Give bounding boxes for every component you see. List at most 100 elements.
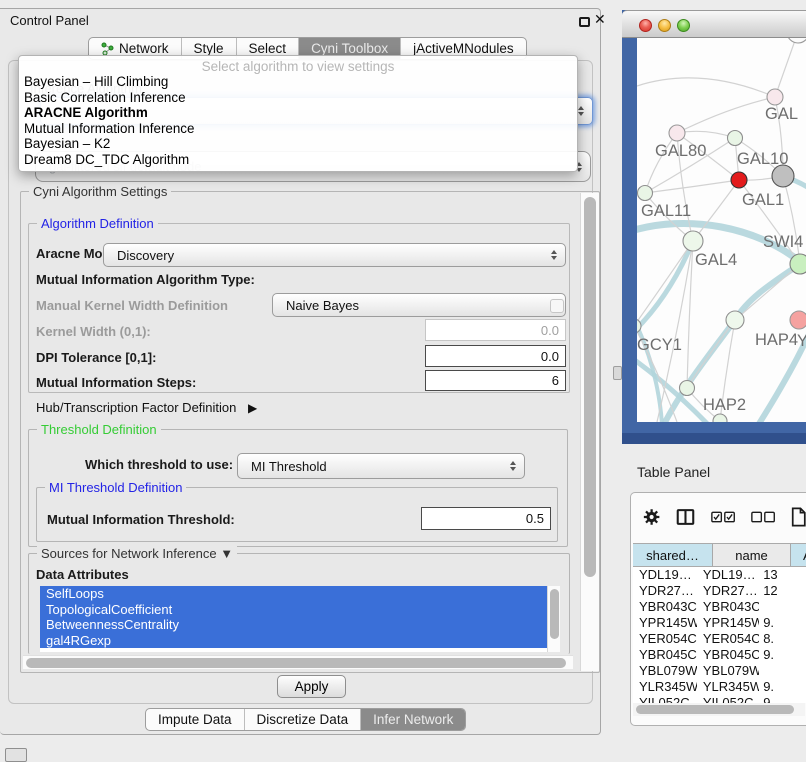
table-panel-title: Table Panel xyxy=(637,464,710,480)
table-cell: YER054C xyxy=(633,631,697,647)
network-node[interactable] xyxy=(726,311,744,329)
table-cell: YER054C xyxy=(697,631,759,647)
scrollbar-thumb[interactable] xyxy=(26,658,566,668)
network-node[interactable] xyxy=(728,131,743,146)
manual-kernel-label: Manual Kernel Width Definition xyxy=(36,298,228,313)
column-header-name[interactable]: name xyxy=(713,544,791,566)
float-window-icon[interactable] xyxy=(579,17,590,27)
algorithm-option-bayesian-k2[interactable]: Bayesian – K2 xyxy=(19,136,577,152)
tab-label: Impute Data xyxy=(158,712,232,727)
settings-vertical-scrollbar[interactable] xyxy=(580,193,599,671)
mi-type-combobox[interactable]: Naive Bayes xyxy=(272,293,566,317)
table-row[interactable]: YBL079WYBL079W xyxy=(633,663,806,679)
table-cell: 9. xyxy=(759,647,806,663)
network-node[interactable] xyxy=(790,311,806,329)
stepper-icon xyxy=(510,461,516,471)
network-edge[interactable] xyxy=(637,78,775,97)
network-edge[interactable] xyxy=(645,180,739,193)
table-row[interactable]: YBR045CYBR045C9. xyxy=(633,647,806,663)
table-row[interactable]: YDR27…YDR27…12 xyxy=(633,583,806,599)
table-cell: 9. xyxy=(759,615,806,631)
tab-label: Network xyxy=(119,41,169,56)
algorithm-definition-group: Algorithm Definition Aracne Mode: Discov… xyxy=(28,223,570,393)
column-header-shared[interactable]: shared… xyxy=(633,544,713,566)
algorithm-option-dream8-dc-tdc-algorithm[interactable]: Dream8 DC_TDC Algorithm xyxy=(19,152,577,168)
split-columns-icon[interactable] xyxy=(676,507,695,527)
minimize-traffic-light-icon[interactable] xyxy=(658,19,671,32)
network-node[interactable] xyxy=(787,38,806,43)
column-header-a[interactable]: A xyxy=(791,544,806,566)
select-all-checkboxes-icon[interactable] xyxy=(711,510,735,524)
table-row[interactable]: YDL19…YDL19…13 xyxy=(633,567,806,583)
algorithm-option-aracne-algorithm[interactable]: ARACNE Algorithm xyxy=(19,105,577,121)
algorithm-option-basic-correlation-inference[interactable]: Basic Correlation Inference xyxy=(19,90,577,106)
network-node[interactable] xyxy=(638,186,653,201)
mi-threshold-field[interactable]: 0.5 xyxy=(421,507,551,530)
deselect-all-checkboxes-icon[interactable] xyxy=(751,510,775,524)
network-node[interactable] xyxy=(683,231,703,251)
table-horizontal-scrollbar[interactable] xyxy=(633,703,805,716)
network-edge[interactable] xyxy=(677,97,775,133)
table-row[interactable]: YLR345WYLR345W9. xyxy=(633,679,806,695)
network-node[interactable] xyxy=(767,89,783,105)
network-node[interactable] xyxy=(772,165,794,187)
node-label: Y xyxy=(797,332,806,350)
aracne-mode-combobox[interactable]: Discovery xyxy=(103,243,566,267)
sources-group-title: Sources for Network Inference ▼ xyxy=(37,546,237,561)
tab-discretize-data[interactable]: Discretize Data xyxy=(244,709,361,730)
scrollbar-thumb[interactable] xyxy=(636,705,794,714)
table-cell: YDL19… xyxy=(697,567,759,583)
attribute-item-gal4rgexp[interactable]: gal4RGexp xyxy=(40,633,547,649)
scrollbar-thumb[interactable] xyxy=(584,197,596,577)
algorithm-option-mutual-information-inference[interactable]: Mutual Information Inference xyxy=(19,121,577,137)
apply-button[interactable]: Apply xyxy=(277,675,346,698)
network-edge[interactable] xyxy=(735,264,800,320)
table-row[interactable]: YIL052CYIL052C9. xyxy=(633,695,806,703)
network-node[interactable] xyxy=(669,125,685,141)
collapse-arrow-icon[interactable]: ▼ xyxy=(220,546,233,561)
network-edge[interactable] xyxy=(775,38,798,97)
node-label: HAP4 xyxy=(755,331,798,349)
network-edge[interactable] xyxy=(637,241,693,326)
close-traffic-light-icon[interactable] xyxy=(639,19,652,32)
tab-impute-data[interactable]: Impute Data xyxy=(146,709,244,730)
table-row[interactable]: YPR145WYPR145W9. xyxy=(633,615,806,631)
attributes-list-scrollbar[interactable] xyxy=(547,586,560,652)
file-icon[interactable] xyxy=(791,506,806,528)
table-row[interactable]: YBR043CYBR043C xyxy=(633,599,806,615)
settings-horizontal-scrollbar[interactable] xyxy=(23,655,573,669)
which-threshold-combobox[interactable]: MI Threshold xyxy=(237,453,525,479)
dpi-tolerance-field[interactable]: 0.0 xyxy=(425,345,566,367)
gear-icon[interactable] xyxy=(643,507,660,527)
attribute-item-betweennesscentrality[interactable]: BetweennessCentrality xyxy=(40,617,547,633)
control-panel-title: Control Panel xyxy=(10,13,89,28)
algorithm-option-bayesian-hill-climbing[interactable]: Bayesian – Hill Climbing xyxy=(19,74,577,90)
network-canvas[interactable]: GALGAL80GAL10GAL1GAL11GAL4SWI4GCY1HAP4YH… xyxy=(637,38,806,422)
manual-kernel-checkbox[interactable] xyxy=(550,299,564,313)
network-node[interactable] xyxy=(680,381,695,396)
attribute-item-selfloops[interactable]: SelfLoops xyxy=(40,586,547,602)
attribute-item-topologicalcoefficient[interactable]: TopologicalCoefficient xyxy=(40,602,547,618)
mi-steps-field[interactable]: 6 xyxy=(425,370,566,391)
minimized-panel-icon[interactable] xyxy=(5,748,27,762)
panel-splitter-handle[interactable] xyxy=(613,366,622,380)
network-edge[interactable] xyxy=(677,131,735,138)
network-node[interactable] xyxy=(713,414,727,422)
data-attributes-list[interactable]: SelfLoopsTopologicalCoefficientBetweenne… xyxy=(40,586,547,652)
table-cell: YIL052C xyxy=(697,695,759,703)
table-panel: shared…nameA YDL19…YDL19…13YDR27…YDR27…1… xyxy=(630,492,806,726)
network-window-titlebar[interactable] xyxy=(622,10,806,38)
close-panel-icon[interactable]: ✕ xyxy=(594,11,606,28)
tab-infer-network[interactable]: Infer Network xyxy=(360,709,465,730)
network-node[interactable] xyxy=(731,172,747,188)
hub-definition-expander[interactable]: Hub/Transcription Factor Definition ▶ xyxy=(36,400,257,415)
network-node[interactable] xyxy=(790,254,806,274)
expand-arrow-icon[interactable]: ▶ xyxy=(248,401,257,415)
table-row[interactable]: YER054CYER054C8. xyxy=(633,631,806,647)
network-edge[interactable] xyxy=(687,241,693,388)
kernel-width-field[interactable]: 0.0 xyxy=(425,319,566,341)
network-window: GALGAL80GAL10GAL1GAL11GAL4SWI4GCY1HAP4YH… xyxy=(622,10,806,433)
network-graph: GALGAL80GAL10GAL1GAL11GAL4SWI4GCY1HAP4YH… xyxy=(637,38,806,422)
scrollbar-thumb[interactable] xyxy=(550,589,559,639)
zoom-traffic-light-icon[interactable] xyxy=(677,19,690,32)
